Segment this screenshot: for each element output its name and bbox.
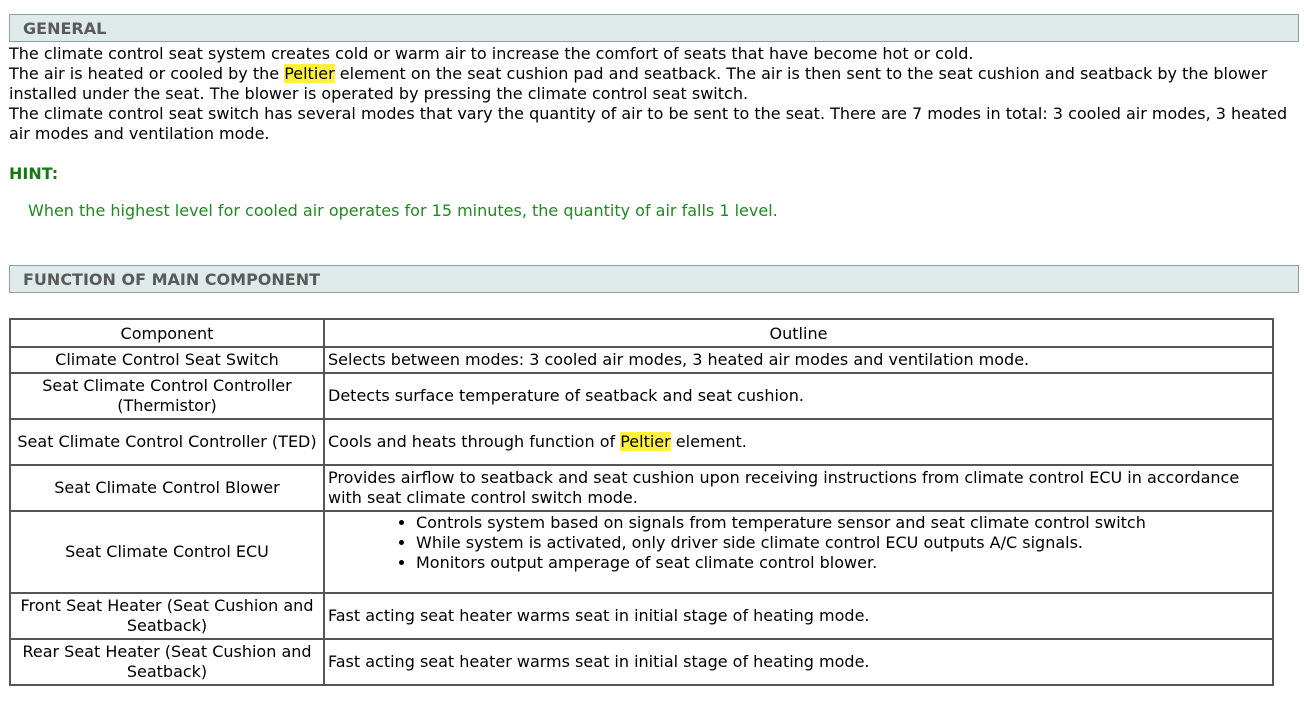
peltier-highlight: Peltier xyxy=(620,432,671,451)
outline-cell: Selects between modes: 3 cooled air mode… xyxy=(324,347,1273,373)
component-cell: Rear Seat Heater (Seat Cushion and Seatb… xyxy=(10,639,324,685)
outline-text-before: Cools and heats through function of xyxy=(328,432,621,451)
component-cell: Seat Climate Control Controller (Thermis… xyxy=(10,373,324,419)
ecu-function-list: Controls system based on signals from te… xyxy=(328,513,1269,573)
general-description: The climate control seat system creates … xyxy=(9,44,1299,144)
component-cell: Front Seat Heater (Seat Cushion and Seat… xyxy=(10,593,324,639)
component-cell: Seat Climate Control ECU xyxy=(10,511,324,593)
list-item: Monitors output amperage of seat climate… xyxy=(416,553,1269,573)
general-paragraph-2: The air is heated or cooled by the Pelti… xyxy=(9,64,1299,104)
outline-cell: Detects surface temperature of seatback … xyxy=(324,373,1273,419)
table-row: Front Seat Heater (Seat Cushion and Seat… xyxy=(10,593,1273,639)
component-function-table: Component Outline Climate Control Seat S… xyxy=(9,318,1274,686)
hint-label: HINT: xyxy=(9,164,59,183)
general-paragraph-1: The climate control seat system creates … xyxy=(9,44,974,63)
table-row: Rear Seat Heater (Seat Cushion and Seatb… xyxy=(10,639,1273,685)
list-item: While system is activated, only driver s… xyxy=(416,533,1269,553)
table-row: Seat Climate Control Controller (TED) Co… xyxy=(10,419,1273,465)
section-header-function: FUNCTION OF MAIN COMPONENT xyxy=(9,265,1299,293)
peltier-highlight: Peltier xyxy=(284,64,335,83)
outline-cell: Controls system based on signals from te… xyxy=(324,511,1273,593)
outline-cell: Provides airflow to seatback and seat cu… xyxy=(324,465,1273,511)
p2-text-before: The air is heated or cooled by the xyxy=(9,64,285,83)
column-header-component: Component xyxy=(10,319,324,347)
section-header-general: GENERAL xyxy=(9,14,1299,42)
table-row: Seat Climate Control Blower Provides air… xyxy=(10,465,1273,511)
list-item: Controls system based on signals from te… xyxy=(416,513,1269,533)
table-row: Seat Climate Control ECU Controls system… xyxy=(10,511,1273,593)
outline-cell: Fast acting seat heater warms seat in in… xyxy=(324,639,1273,685)
general-paragraph-3: The climate control seat switch has seve… xyxy=(9,104,1288,143)
component-cell: Seat Climate Control Blower xyxy=(10,465,324,511)
component-cell: Seat Climate Control Controller (TED) xyxy=(10,419,324,465)
outline-cell: Cools and heats through function of Pelt… xyxy=(324,419,1273,465)
outline-cell: Fast acting seat heater warms seat in in… xyxy=(324,593,1273,639)
table-header-row: Component Outline xyxy=(10,319,1273,347)
hint-text: When the highest level for cooled air op… xyxy=(28,201,778,220)
outline-text-after: element. xyxy=(670,432,747,451)
table-row: Climate Control Seat Switch Selects betw… xyxy=(10,347,1273,373)
column-header-outline: Outline xyxy=(324,319,1273,347)
component-cell: Climate Control Seat Switch xyxy=(10,347,324,373)
table-row: Seat Climate Control Controller (Thermis… xyxy=(10,373,1273,419)
